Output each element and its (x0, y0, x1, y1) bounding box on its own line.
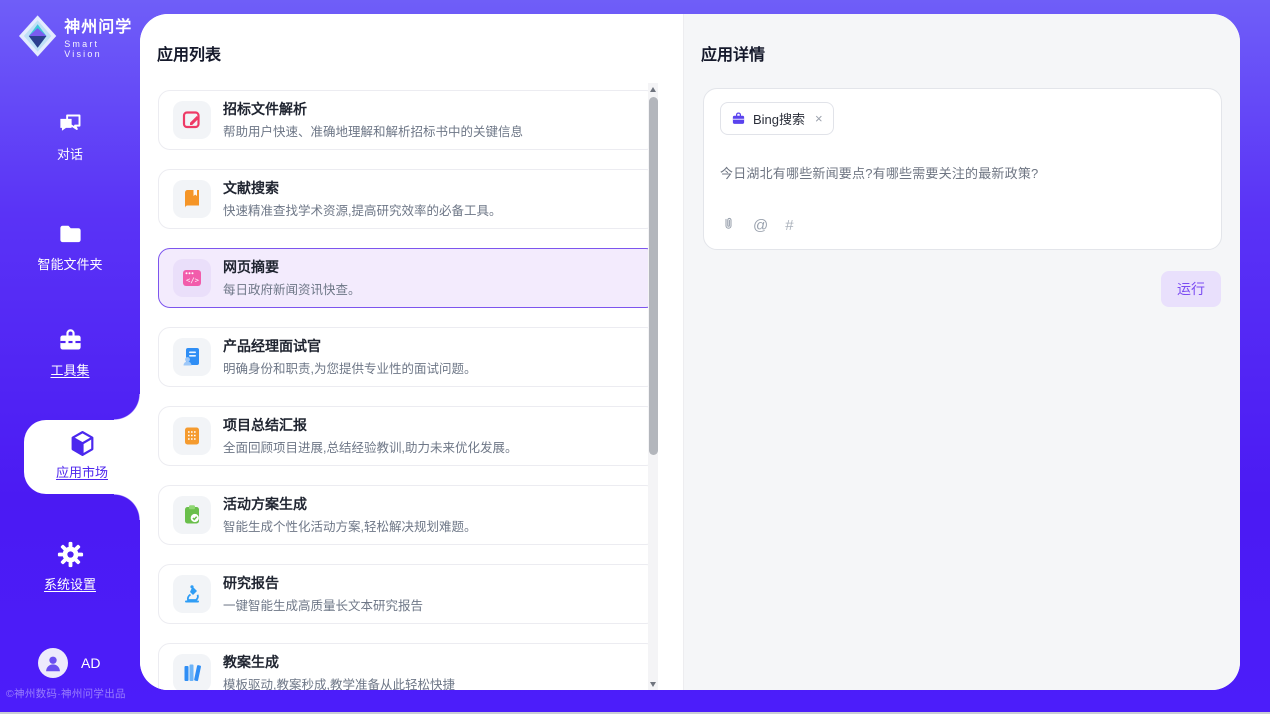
sidebar-item-label: 工具集 (0, 360, 140, 379)
sidebar-item-toolset[interactable]: 工具集 (0, 327, 140, 379)
app-card-title: 活动方案生成 (223, 495, 476, 514)
chat-icon (57, 111, 84, 138)
pm-interviewer-icon (173, 338, 211, 376)
paperclip-icon[interactable] (721, 215, 736, 236)
scroll-down-icon[interactable] (648, 678, 658, 690)
activity-plan-icon (173, 496, 211, 534)
app-card-pm-interviewer[interactable]: 产品经理面试官 明确身份和职责,为您提供专业性的面试问题。 (158, 327, 658, 387)
app-card-desc: 智能生成个性化活动方案,轻松解决规划难题。 (223, 516, 476, 535)
app-detail-title: 应用详情 (684, 14, 1240, 65)
gear-icon (57, 541, 84, 568)
scroll-up-icon[interactable] (648, 83, 658, 95)
app-list-panel: 应用列表 招标文件解析 帮助用户快速、准确地理解和解析招标书中的关键信息 (140, 14, 683, 690)
web-summary-icon: </> (173, 259, 211, 297)
user-initials: AD (81, 655, 100, 671)
lesson-plan-icon (173, 654, 211, 690)
project-summary-icon (173, 417, 211, 455)
prompt-card[interactable]: Bing搜索 × 今日湖北有哪些新闻要点?有哪些需要关注的最新政策? @ # (703, 88, 1222, 250)
sidebar-item-smart-folders[interactable]: 智能文件夹 (0, 221, 140, 273)
app-card-research-report[interactable]: 研究报告 一键智能生成高质量长文本研究报告 (158, 564, 658, 624)
prompt-text[interactable]: 今日湖北有哪些新闻要点?有哪些需要关注的最新政策? (720, 163, 1205, 182)
close-icon[interactable]: × (815, 112, 823, 125)
folder-icon (57, 221, 84, 248)
briefcase-icon (731, 111, 746, 126)
app-card-title: 产品经理面试官 (223, 337, 476, 356)
sidebar: 神州问学 Smart Vision 对话 智能文件夹 (0, 0, 140, 712)
person-icon (42, 652, 64, 674)
toolbox-icon (57, 327, 84, 354)
app-card-lesson-plan[interactable]: 教案生成 模板驱动,教案秒成,教学准备从此轻松快捷 (158, 643, 658, 690)
tender-parse-icon (173, 101, 211, 139)
app-card-activity-plan[interactable]: 活动方案生成 智能生成个性化活动方案,轻松解决规划难题。 (158, 485, 658, 545)
research-report-icon (173, 575, 211, 613)
hash-icon[interactable]: # (785, 217, 794, 234)
app-card-title: 招标文件解析 (223, 100, 523, 119)
app-card-desc: 明确身份和职责,为您提供专业性的面试问题。 (223, 358, 476, 377)
app-card-title: 网页摘要 (223, 258, 361, 277)
tool-tag-label: Bing搜索 (753, 109, 805, 128)
scrollbar[interactable] (648, 83, 658, 690)
sidebar-item-label: 对话 (0, 144, 140, 163)
sidebar-item-label: 系统设置 (0, 574, 140, 593)
run-button[interactable]: 运行 (1161, 271, 1221, 307)
cube-icon (67, 428, 98, 459)
sidebar-item-label: 智能文件夹 (0, 254, 140, 273)
sidebar-item-label: 应用市场 (24, 462, 140, 481)
svg-text:</>: </> (186, 276, 200, 285)
literature-search-icon (173, 180, 211, 218)
app-card-desc: 每日政府新闻资讯快查。 (223, 279, 361, 298)
app-detail-panel: 应用详情 Bing搜索 × 今日湖北有哪些新闻要点?有哪些需要关注的最新政策? (683, 14, 1240, 690)
brand-logo: 神州问学 Smart Vision (18, 13, 140, 59)
app-card-desc: 一键智能生成高质量长文本研究报告 (223, 595, 423, 614)
tool-tag-bing-search[interactable]: Bing搜索 × (720, 102, 834, 135)
app-card-title: 教案生成 (223, 653, 455, 672)
app-card-desc: 模板驱动,教案秒成,教学准备从此轻松快捷 (223, 674, 455, 690)
app-card-project-summary[interactable]: 项目总结汇报 全面回顾项目进展,总结经验教训,助力未来优化发展。 (158, 406, 658, 466)
copyright-text: ©神州数码·神州问学出品 (6, 686, 142, 701)
purple-frame: 神州问学 Smart Vision 对话 智能文件夹 (0, 0, 1270, 712)
sidebar-item-app-market[interactable]: 应用市场 (24, 420, 140, 494)
sidebar-item-chat[interactable]: 对话 (0, 111, 140, 163)
mention-icon[interactable]: @ (753, 217, 768, 234)
app-card-literature-search[interactable]: 文献搜索 快速精准查找学术资源,提高研究效率的必备工具。 (158, 169, 658, 229)
app-card-desc: 快速精准查找学术资源,提高研究效率的必备工具。 (223, 200, 501, 219)
brand-name: 神州问学 (64, 13, 140, 37)
app-card-desc: 帮助用户快速、准确地理解和解析招标书中的关键信息 (223, 121, 523, 140)
app-card-web-summary[interactable]: </> 网页摘要 每日政府新闻资讯快查。 (158, 248, 658, 308)
scrollbar-thumb[interactable] (649, 97, 658, 455)
attachment-toolbar: @ # (721, 215, 795, 236)
app-card-title: 研究报告 (223, 574, 423, 593)
diamond-logo-icon (18, 14, 57, 58)
avatar (38, 648, 68, 678)
app-card-title: 文献搜索 (223, 179, 501, 198)
app-card-tender-parse[interactable]: 招标文件解析 帮助用户快速、准确地理解和解析招标书中的关键信息 (158, 90, 658, 150)
app-list-title: 应用列表 (140, 14, 683, 65)
brand-subtitle: Smart Vision (64, 39, 140, 59)
app-card-desc: 全面回顾项目进展,总结经验教训,助力未来优化发展。 (223, 437, 517, 456)
app-window: 神州问学 Smart Vision 对话 智能文件夹 (0, 0, 1270, 714)
main-panel: 应用列表 招标文件解析 帮助用户快速、准确地理解和解析招标书中的关键信息 (140, 14, 1240, 690)
brand-text: 神州问学 Smart Vision (64, 13, 140, 59)
user-profile[interactable]: AD (38, 648, 100, 678)
app-card-title: 项目总结汇报 (223, 416, 517, 435)
sidebar-item-settings[interactable]: 系统设置 (0, 541, 140, 593)
app-cards: 招标文件解析 帮助用户快速、准确地理解和解析招标书中的关键信息 文 (158, 90, 658, 690)
